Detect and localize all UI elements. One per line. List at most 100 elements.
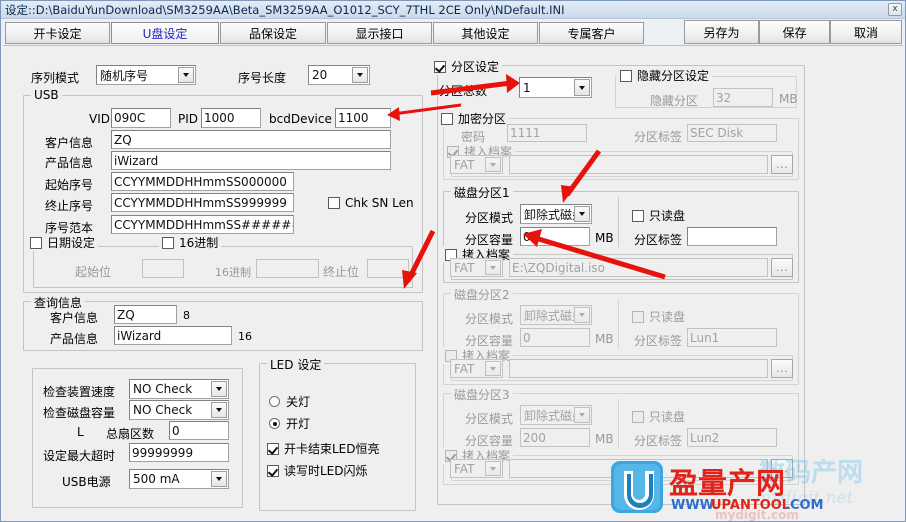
- svg-text:mydigit.com: mydigit.com: [715, 508, 799, 521]
- partition-1-readonly-checkbox[interactable]: 只读盘: [632, 207, 685, 224]
- end-pos-input[interactable]: [367, 259, 409, 278]
- chevron-down-icon[interactable]: [352, 67, 368, 83]
- hex2-input[interactable]: [256, 259, 319, 278]
- tab-exclusive-customer[interactable]: 专属客户: [539, 22, 644, 44]
- watermark-ghost-url: mydigit.com: [715, 508, 799, 522]
- partition-2-file-input[interactable]: [509, 359, 768, 378]
- chevron-down-icon[interactable]: [211, 402, 227, 418]
- partition-1-browse-button[interactable]: ...: [771, 258, 793, 277]
- encrypt-password-input[interactable]: 1111: [507, 124, 587, 142]
- led-on-radio[interactable]: 开灯: [269, 415, 310, 432]
- encrypt-file-input[interactable]: [509, 155, 768, 174]
- check-speed-label: 检查装置速度: [43, 385, 116, 399]
- tab-other-settings[interactable]: 其他设定: [433, 22, 538, 44]
- vid-input[interactable]: 090C: [111, 108, 171, 128]
- chk-sn-len-checkbox[interactable]: Chk SN Len: [328, 196, 414, 210]
- partition-1-size-input[interactable]: 0: [520, 227, 590, 246]
- partition-3-readonly-checkbox[interactable]: 只读盘: [632, 408, 685, 425]
- total-sectors-label: 总扇区数: [106, 427, 155, 441]
- partition-1-label-input[interactable]: [687, 227, 777, 246]
- check-capacity-select[interactable]: NO Check: [129, 400, 229, 420]
- chevron-down-icon[interactable]: [574, 307, 590, 323]
- usb-product-input[interactable]: iWizard: [111, 151, 391, 170]
- end-pos-label: 终止位: [323, 265, 360, 279]
- query-customer-input[interactable]: ZQ: [114, 305, 177, 324]
- partition-1-file-input[interactable]: E:\ZQDigital.iso: [509, 258, 768, 277]
- checkbox-box: [328, 197, 340, 209]
- chevron-down-icon[interactable]: [485, 157, 501, 172]
- tab-udisk-settings[interactable]: U盘设定: [111, 22, 219, 44]
- disk-partition-1-title: 磁盘分区1: [451, 184, 513, 201]
- cancel-button[interactable]: 取消: [830, 20, 902, 44]
- partition-3-fs-value: FAT: [454, 461, 475, 476]
- sn-pattern-input[interactable]: CCYYMMDDHHmmSS######: [111, 215, 294, 234]
- encrypt-label-label: 分区标签: [634, 130, 683, 144]
- query-product-input[interactable]: iWizard: [114, 326, 232, 345]
- hidden-size-unit: MB: [779, 92, 798, 106]
- max-timeout-input[interactable]: 99999999: [129, 443, 229, 462]
- partition-count-select[interactable]: 1: [519, 77, 592, 98]
- check-speed-select[interactable]: NO Check: [129, 379, 229, 399]
- partition-1-divider: [618, 197, 619, 247]
- date-settings-checkbox[interactable]: 日期设定: [27, 234, 99, 251]
- led-rw-blink-checkbox[interactable]: 读写时LED闪烁: [267, 462, 368, 479]
- serial-mode-value: 随机序号: [100, 68, 149, 83]
- usb-power-select[interactable]: 500 mA: [129, 469, 229, 489]
- serial-length-select[interactable]: 20: [308, 65, 370, 85]
- end-sn-input[interactable]: CCYYMMDDHHmmSS999999: [111, 193, 294, 212]
- serial-mode-select[interactable]: 随机序号: [96, 65, 196, 85]
- led-after-burn-checkbox[interactable]: 开卡结束LED恒亮: [267, 440, 380, 457]
- chevron-down-icon[interactable]: [485, 361, 501, 376]
- partition-3-label-input[interactable]: Lun2: [687, 428, 777, 447]
- start-pos-input[interactable]: [142, 259, 184, 278]
- close-icon[interactable]: x: [888, 3, 902, 16]
- tab-display-interface[interactable]: 显示接口: [327, 22, 432, 44]
- partition-2-label-input[interactable]: Lun1: [687, 328, 777, 347]
- hidden-partition-checkbox[interactable]: 隐藏分区设定: [617, 67, 713, 84]
- partition-2-mode-select[interactable]: 卸除式磁盘: [520, 305, 592, 325]
- partition-count-label: 分区总数: [439, 84, 488, 98]
- partition-2-browse-button[interactable]: ...: [771, 359, 793, 378]
- usb-customer-input[interactable]: ZQ: [111, 130, 391, 149]
- partition-1-fs-select[interactable]: FAT: [450, 258, 503, 277]
- partition-3-mode-select[interactable]: 卸除式磁盘: [520, 405, 592, 425]
- chevron-down-icon[interactable]: [211, 471, 227, 487]
- usb-power-value: 500 mA: [133, 472, 180, 486]
- hex-checkbox[interactable]: 16进制: [159, 234, 222, 251]
- partition-1-mode-select[interactable]: 卸除式磁盘: [520, 204, 592, 224]
- partition-settings-checkbox[interactable]: 分区设定: [431, 58, 503, 75]
- checkbox-box: [267, 464, 279, 477]
- pid-input[interactable]: 1000: [201, 108, 261, 128]
- chevron-down-icon[interactable]: [178, 67, 194, 83]
- hidden-size-input[interactable]: 32: [713, 88, 773, 107]
- title-bar: 设定::D:\BaiduYunDownload\SM3259AA\Beta_SM…: [1, 1, 905, 19]
- partition-3-mode-label: 分区模式: [465, 412, 514, 426]
- chevron-down-icon[interactable]: [485, 260, 501, 275]
- chevron-down-icon[interactable]: [211, 381, 227, 397]
- partition-settings-label: 分区设定: [451, 60, 500, 74]
- partition-3-size-input[interactable]: 200: [520, 428, 590, 447]
- partition-3-browse-button[interactable]: ...: [771, 459, 793, 478]
- tab-kaika-shading[interactable]: 开卡设定: [5, 22, 110, 44]
- partition-3-fs-select[interactable]: FAT: [450, 459, 503, 478]
- chevron-down-icon[interactable]: [574, 407, 590, 423]
- partition-2-fs-select[interactable]: FAT: [450, 359, 503, 378]
- encrypted-partition-checkbox[interactable]: 加密分区: [438, 110, 510, 127]
- partition-2-readonly-checkbox[interactable]: 只读盘: [632, 308, 685, 325]
- partition-3-file-input[interactable]: [509, 459, 768, 478]
- total-sectors-input[interactable]: 0: [169, 421, 229, 440]
- partition-3-readonly-label: 只读盘: [649, 410, 686, 424]
- save-as-button[interactable]: 另存为: [684, 20, 759, 44]
- encrypt-browse-button[interactable]: ...: [771, 155, 793, 174]
- bcddevice-input[interactable]: 1100: [335, 108, 391, 128]
- led-off-radio[interactable]: 关灯: [269, 393, 310, 410]
- encrypt-label-input[interactable]: SEC Disk: [687, 124, 777, 142]
- tab-quality-settings[interactable]: 品保设定: [220, 22, 326, 44]
- partition-2-size-input[interactable]: 0: [520, 328, 590, 347]
- chevron-down-icon[interactable]: [485, 461, 501, 476]
- encrypt-fs-select[interactable]: FAT: [450, 155, 503, 174]
- chevron-down-icon[interactable]: [574, 206, 590, 222]
- save-button[interactable]: 保存: [759, 20, 830, 44]
- start-sn-input[interactable]: CCYYMMDDHHmmSS000000: [111, 172, 294, 191]
- chevron-down-icon[interactable]: [574, 79, 590, 96]
